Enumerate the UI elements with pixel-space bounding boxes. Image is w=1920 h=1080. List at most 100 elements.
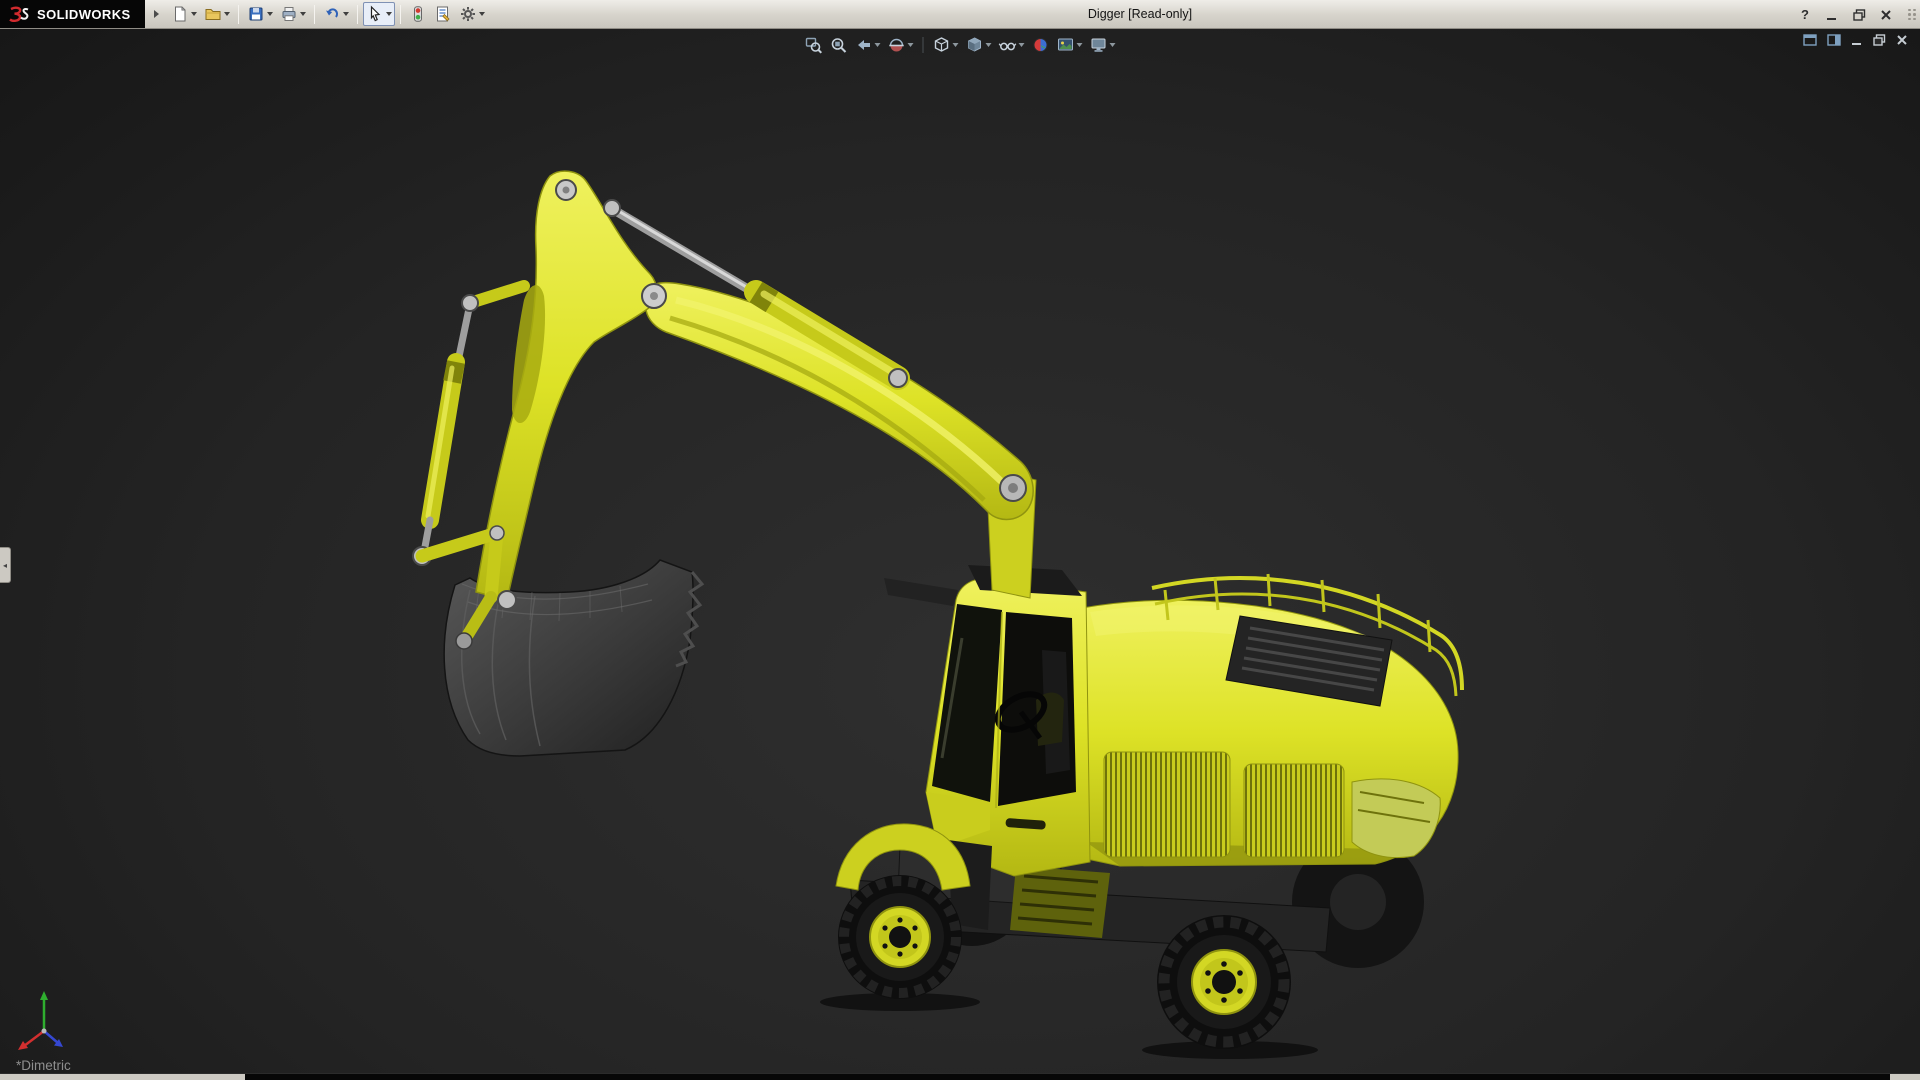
feature-panel-collapse-tab[interactable]: ◂: [0, 547, 11, 583]
apply-scene-icon: [1058, 38, 1073, 51]
zoom-to-fit-icon: [805, 37, 823, 54]
restore-icon: [1852, 8, 1865, 21]
display-style-button[interactable]: [965, 35, 993, 55]
view-settings-dropdown-icon[interactable]: [1109, 43, 1116, 47]
undo-icon: [325, 8, 338, 18]
print-icon: [282, 7, 296, 21]
digger-stick[interactable]: [475, 170, 667, 601]
view-orientation-label: *Dimetric: [16, 1058, 71, 1073]
open-document-icon: [205, 9, 221, 20]
select-button[interactable]: [362, 2, 395, 26]
save-dropdown-icon[interactable]: [266, 12, 273, 16]
digger-rear-wheel[interactable]: [1157, 915, 1291, 1049]
doc-restore-icon: [1873, 34, 1886, 46]
digger-body[interactable]: [1081, 573, 1464, 867]
previous-view-button[interactable]: [854, 35, 882, 55]
doc-window-left-icon: [1803, 34, 1817, 46]
doc-minimize-button[interactable]: [1851, 34, 1863, 46]
previous-view-dropdown-icon[interactable]: [874, 43, 881, 47]
window-title: Digger [Read-only]: [1087, 7, 1193, 21]
toolbar-expand-icon[interactable]: [153, 10, 159, 18]
view-orientation-icon: [934, 37, 949, 52]
rebuild-button[interactable]: [406, 2, 430, 26]
doc-minimize-icon: [1852, 43, 1861, 45]
side-grille-left[interactable]: [1103, 751, 1231, 858]
display-style-icon: [968, 37, 981, 52]
restore-button[interactable]: [1851, 6, 1867, 24]
display-style-dropdown-icon[interactable]: [985, 43, 992, 47]
digger-model[interactable]: [0, 29, 1920, 1073]
document-window-controls: [1803, 34, 1908, 46]
minimize-button[interactable]: [1824, 6, 1840, 24]
orientation-triad: [18, 991, 63, 1050]
file-properties-button[interactable]: [431, 2, 455, 26]
zoom-to-area-icon: [831, 38, 847, 53]
apply-scene-button[interactable]: [1056, 35, 1084, 55]
apply-scene-dropdown-icon[interactable]: [1076, 43, 1083, 47]
doc-window-right-icon: [1827, 34, 1841, 46]
collapse-arrow-icon: ◂: [2, 560, 7, 570]
headsup-separator: [922, 37, 924, 53]
new-document-icon: [174, 6, 186, 22]
undo-button[interactable]: [320, 2, 352, 26]
undo-dropdown-icon[interactable]: [342, 12, 349, 16]
close-icon: [1881, 9, 1891, 20]
bottom-scrollbar-thumb-right[interactable]: [1890, 1074, 1920, 1080]
digger-front-wheel[interactable]: [838, 875, 962, 999]
zoom-to-area-button[interactable]: [829, 35, 849, 55]
bottom-scrollbar-thumb-left[interactable]: [0, 1074, 245, 1080]
section-view-icon: [889, 38, 904, 52]
save-icon: [249, 7, 263, 21]
triad-y-axis: [40, 991, 48, 1031]
toolbar-separator: [356, 4, 358, 24]
close-button[interactable]: [1878, 6, 1894, 24]
open-document-button[interactable]: [201, 2, 233, 26]
cab-roof-visor[interactable]: [884, 578, 958, 606]
bottom-scrollbar[interactable]: [0, 1073, 1920, 1080]
section-view-button[interactable]: [887, 35, 915, 55]
options-button[interactable]: [456, 2, 488, 26]
titlebar: SOLIDWORKS Digger [Read-only] ?: [0, 0, 1920, 29]
triad-z-axis: [43, 1030, 63, 1047]
hide-show-items-glasses-icon: [998, 42, 1017, 51]
digger-boom[interactable]: [644, 281, 1034, 521]
previous-view-icon: [858, 40, 870, 50]
solidworks-logo-icon: [9, 6, 29, 22]
doc-close-icon: [1897, 35, 1907, 45]
print-button[interactable]: [277, 2, 309, 26]
bucket-pin[interactable]: [497, 590, 517, 610]
options-gear-icon: [460, 7, 475, 21]
options-dropdown-icon[interactable]: [478, 12, 485, 16]
graphics-viewport[interactable]: ◂ *Dimetric: [0, 29, 1920, 1073]
minimize-icon: [1827, 17, 1836, 20]
rear-window[interactable]: [1351, 778, 1441, 859]
open-document-dropdown-icon[interactable]: [223, 12, 230, 16]
window-controls: ?: [1797, 0, 1916, 29]
help-button[interactable]: ?: [1797, 6, 1813, 24]
main-toolbar: [168, 2, 488, 26]
zoom-to-fit-button[interactable]: [804, 35, 824, 55]
new-document-dropdown-icon[interactable]: [190, 12, 197, 16]
triad-x-axis: [18, 1030, 45, 1050]
rebuild-icon: [413, 6, 422, 22]
file-properties-icon: [436, 6, 450, 22]
new-document-button[interactable]: [168, 2, 200, 26]
doc-window-left-button[interactable]: [1803, 34, 1817, 46]
view-settings-button[interactable]: [1089, 35, 1117, 55]
doc-close-button[interactable]: [1896, 34, 1908, 46]
doc-restore-button[interactable]: [1873, 34, 1886, 46]
window-grip[interactable]: [1908, 8, 1916, 21]
select-dropdown-icon[interactable]: [385, 12, 392, 16]
doc-window-right-button[interactable]: [1827, 34, 1841, 46]
edit-appearance-button[interactable]: [1031, 35, 1051, 55]
side-grille-right[interactable]: [1243, 763, 1345, 858]
view-orientation-dropdown-icon[interactable]: [952, 43, 959, 47]
hide-show-items-button[interactable]: [998, 35, 1026, 55]
section-view-dropdown-icon[interactable]: [907, 43, 914, 47]
view-orientation-button[interactable]: [932, 35, 960, 55]
hide-show-items-dropdown-icon[interactable]: [1018, 43, 1025, 47]
save-button[interactable]: [244, 2, 276, 26]
print-dropdown-icon[interactable]: [299, 12, 306, 16]
select-cursor-icon: [370, 5, 380, 22]
solidworks-logo[interactable]: SOLIDWORKS: [0, 0, 145, 28]
